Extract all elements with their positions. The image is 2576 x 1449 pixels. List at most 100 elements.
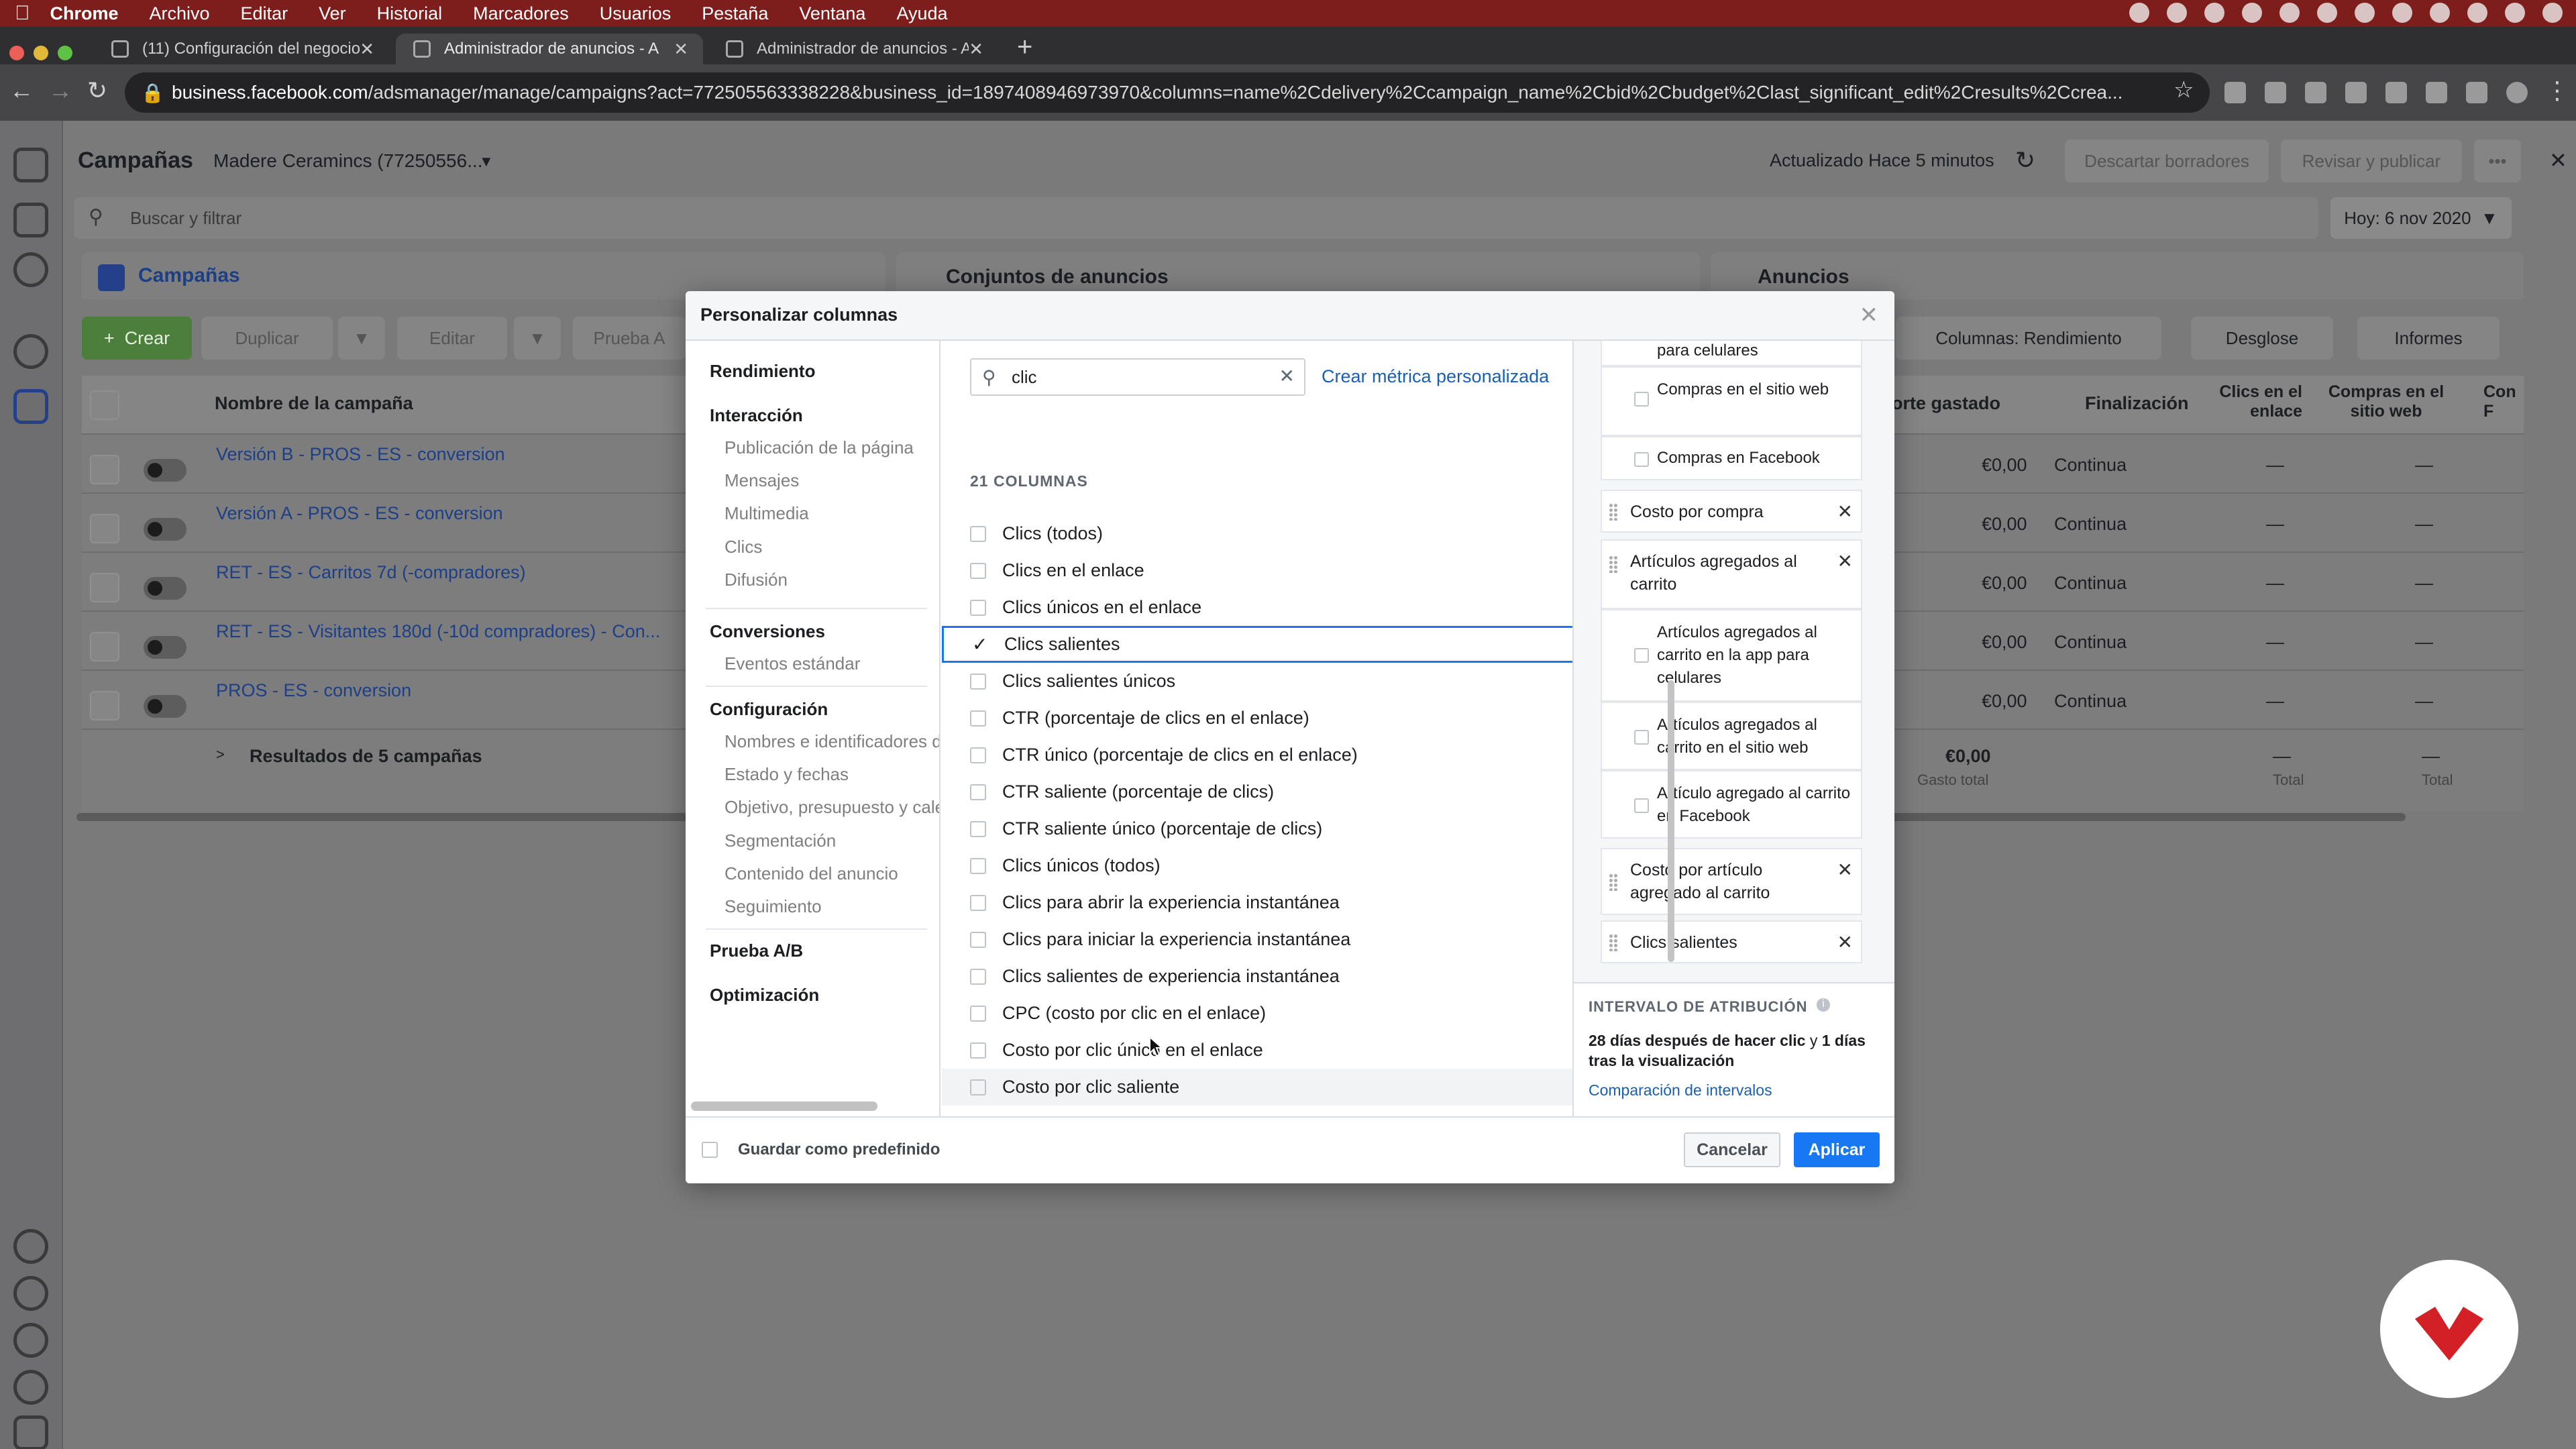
subcategory-tracking[interactable]: Seguimiento bbox=[724, 896, 822, 917]
category-conversions[interactable]: Conversiones bbox=[710, 621, 825, 642]
metric-checkbox[interactable] bbox=[970, 747, 986, 763]
row-checkbox[interactable] bbox=[90, 632, 119, 661]
metric-checkbox[interactable] bbox=[970, 562, 986, 579]
metric-option[interactable]: Costo por clic saliente único bbox=[942, 1106, 1572, 1116]
menu-item-pestana[interactable]: Pestaña bbox=[702, 3, 768, 24]
account-icon[interactable] bbox=[13, 252, 48, 287]
tray-app-icon[interactable] bbox=[2279, 3, 2300, 23]
metric-option[interactable]: Clics únicos (todos) bbox=[942, 847, 1572, 884]
metric-option[interactable]: Clics (todos) bbox=[942, 515, 1572, 552]
account-selector[interactable]: Madere Ceramincs (77250556... bbox=[213, 150, 483, 172]
subcategory-names-ids[interactable]: Nombres e identificadores de bbox=[724, 731, 939, 752]
menu-item-ayuda[interactable]: Ayuda bbox=[896, 3, 947, 24]
subcategory-status-dates[interactable]: Estado y fechas bbox=[724, 764, 849, 785]
edit-button[interactable]: Editar bbox=[397, 317, 507, 360]
metric-option[interactable]: Costo por clic saliente bbox=[942, 1069, 1572, 1106]
subcategory-page-post[interactable]: Publicación de la página bbox=[724, 437, 914, 458]
delivery-toggle[interactable] bbox=[144, 695, 186, 718]
cast-icon[interactable] bbox=[2224, 82, 2246, 103]
cancel-button[interactable]: Cancelar bbox=[1684, 1132, 1780, 1167]
new-tab-icon[interactable]: + bbox=[1017, 32, 1032, 62]
select-all-checkbox[interactable] bbox=[90, 390, 119, 420]
subitem-checkbox[interactable] bbox=[1634, 648, 1649, 663]
col-header-web-purchases[interactable]: Compras en el sitio web bbox=[2316, 382, 2457, 421]
subcategory-targeting[interactable]: Segmentación bbox=[724, 830, 836, 851]
metric-checkbox[interactable] bbox=[970, 1079, 986, 1095]
tab-close-icon[interactable]: ✕ bbox=[674, 39, 688, 60]
drag-handle-icon[interactable] bbox=[1609, 503, 1618, 521]
delivery-toggle[interactable] bbox=[144, 459, 186, 482]
create-custom-metric-link[interactable]: Crear métrica personalizada bbox=[1322, 366, 1549, 387]
campaign-name-link[interactable]: Versión B - PROS - ES - conversion bbox=[216, 444, 505, 465]
refresh-icon[interactable]: ↻ bbox=[2015, 146, 2035, 174]
control-center-icon[interactable] bbox=[2542, 3, 2563, 23]
selected-column-card[interactable]: Costo por artículo agregado al carrito ✕ bbox=[1601, 848, 1862, 915]
subitem-checkbox[interactable] bbox=[1634, 798, 1649, 813]
selected-subitem[interactable]: Compras en Facebook bbox=[1601, 436, 1862, 480]
puzzle-icon[interactable] bbox=[2466, 82, 2487, 103]
delivery-toggle[interactable] bbox=[144, 518, 186, 541]
browser-tab[interactable]: (11) Configuración del negocio ✕ bbox=[94, 34, 389, 64]
subcategory-clicks[interactable]: Clics bbox=[724, 537, 762, 557]
apply-button[interactable]: Aplicar bbox=[1794, 1132, 1880, 1167]
row-checkbox[interactable] bbox=[90, 455, 119, 484]
subcategory-media[interactable]: Multimedia bbox=[724, 503, 809, 524]
selected-subitem[interactable]: Artículos agregados al carrito en el sit… bbox=[1601, 702, 1862, 770]
dashboard-icon[interactable] bbox=[13, 334, 48, 369]
profile-avatar[interactable] bbox=[2506, 82, 2528, 103]
edit-dropdown[interactable]: ▼ bbox=[514, 317, 561, 360]
metric-option[interactable]: CTR saliente (porcentaje de clics) bbox=[942, 773, 1572, 810]
menu-item-editar[interactable]: Editar bbox=[241, 3, 288, 24]
remove-column-icon[interactable]: ✕ bbox=[1837, 550, 1853, 572]
abtest-button[interactable]: Prueba A bbox=[573, 317, 686, 360]
category-ab-test[interactable]: Prueba A/B bbox=[710, 941, 803, 961]
col-header-truncated[interactable]: Con F bbox=[2483, 382, 2516, 421]
category-horizontal-scrollbar[interactable] bbox=[691, 1102, 877, 1111]
date-picker[interactable]: Hoy: 6 nov 2020 ▼ bbox=[2330, 197, 2512, 239]
discard-drafts-button[interactable]: Descartar borradores bbox=[2065, 140, 2269, 182]
review-publish-button[interactable]: Revisar y publicar bbox=[2281, 140, 2462, 182]
menu-item-ventana[interactable]: Ventana bbox=[799, 3, 865, 24]
notifications-icon[interactable] bbox=[13, 1276, 48, 1311]
extension-icon[interactable] bbox=[2345, 82, 2367, 103]
metric-option[interactable]: CTR (porcentaje de clics en el enlace) bbox=[942, 700, 1572, 737]
delivery-toggle[interactable] bbox=[144, 636, 186, 659]
report-icon[interactable] bbox=[13, 1415, 48, 1449]
remove-column-icon[interactable]: ✕ bbox=[1837, 931, 1853, 953]
more-options-icon[interactable]: ••• bbox=[2474, 140, 2521, 182]
metric-checkbox[interactable] bbox=[970, 820, 986, 837]
row-checkbox[interactable] bbox=[90, 691, 119, 720]
category-engagement[interactable]: Interacción bbox=[710, 405, 803, 426]
apple-icon[interactable]:  bbox=[15, 2, 30, 25]
bookmark-star-icon[interactable]: ☆ bbox=[2174, 76, 2195, 103]
menu-app-name[interactable]: Chrome bbox=[50, 3, 119, 24]
menu-item-usuarios[interactable]: Usuarios bbox=[600, 3, 672, 24]
search-filter-input[interactable]: ⚲ Buscar y filtrar bbox=[74, 197, 2318, 239]
expand-chevron-icon[interactable]: > bbox=[216, 746, 225, 763]
campaigns-table-icon[interactable] bbox=[13, 389, 48, 424]
row-checkbox[interactable] bbox=[90, 514, 119, 543]
checkmark-icon[interactable]: ✓ bbox=[972, 635, 988, 653]
selected-subitem[interactable]: Compras en el sitio web bbox=[1601, 366, 1862, 436]
metric-option[interactable]: Clics salientes de experiencia instantán… bbox=[942, 958, 1572, 995]
metric-option[interactable]: Clics salientes únicos bbox=[942, 663, 1572, 700]
tray-app-icon[interactable] bbox=[2204, 3, 2224, 23]
chevron-down-icon[interactable]: ▼ bbox=[479, 153, 494, 170]
extension-icon[interactable] bbox=[2265, 82, 2286, 103]
settings-icon[interactable] bbox=[13, 1229, 48, 1264]
tab-close-icon[interactable]: ✕ bbox=[360, 39, 374, 60]
columns-dropdown[interactable]: Columnas: Rendimiento bbox=[1896, 317, 2161, 360]
user-icon[interactable] bbox=[2505, 3, 2525, 23]
subitem-checkbox[interactable] bbox=[1634, 452, 1649, 467]
selected-column-card[interactable]: Clics salientes ✕ bbox=[1601, 920, 1862, 963]
address-bar[interactable]: 🔒 business.facebook.com/adsmanager/manag… bbox=[125, 72, 2210, 113]
metric-option[interactable]: Clics en el enlace bbox=[942, 552, 1572, 589]
selected-subitem[interactable]: para celulares bbox=[1601, 341, 1862, 366]
selected-subitem[interactable]: Artículo agregado al carrito en Facebook bbox=[1601, 770, 1862, 839]
reload-icon[interactable]: ↻ bbox=[87, 76, 107, 105]
subcategory-standard-events[interactable]: Eventos estándar bbox=[724, 653, 860, 674]
subcategory-messages[interactable]: Mensajes bbox=[724, 470, 799, 491]
metric-checkbox[interactable] bbox=[970, 1005, 986, 1022]
selected-column-card[interactable]: Costo por compra ✕ bbox=[1601, 490, 1862, 533]
tray-app-icon[interactable] bbox=[2242, 3, 2262, 23]
